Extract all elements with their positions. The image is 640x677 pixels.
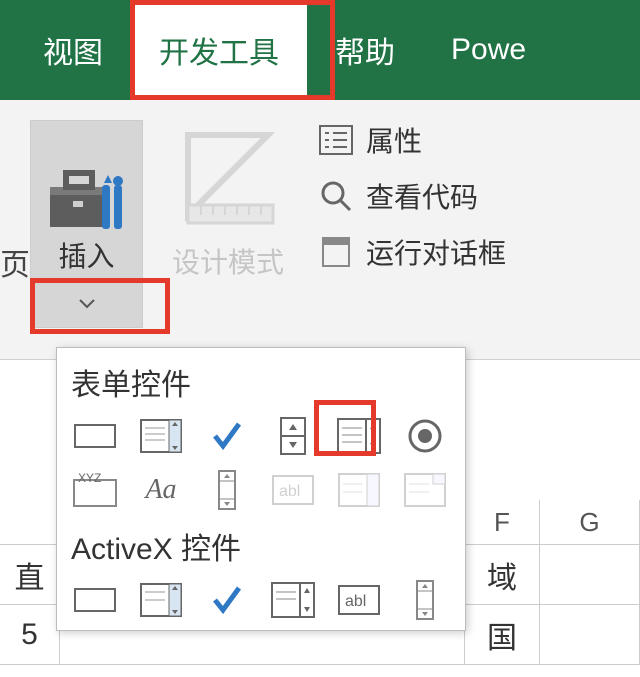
controls-properties-group: 属性 查看代码 运行对话框 bbox=[318, 120, 506, 288]
run-dialog-button[interactable]: 运行对话框 bbox=[318, 232, 506, 272]
form-scrollbar-control[interactable] bbox=[203, 470, 251, 510]
properties-label: 属性 bbox=[366, 120, 422, 160]
form-label-control[interactable]: Aa bbox=[137, 470, 185, 510]
form-groupbox-control[interactable]: XYZ bbox=[71, 470, 119, 510]
activex-controls-heading: ActiveX 控件 bbox=[71, 524, 451, 568]
cell[interactable]: 国 bbox=[465, 605, 540, 665]
form-dropdown-control-disabled bbox=[401, 470, 449, 510]
magnifier-icon bbox=[318, 178, 354, 214]
activex-textbox-control[interactable]: abl bbox=[335, 580, 383, 620]
activex-button-control[interactable] bbox=[71, 580, 119, 620]
properties-icon bbox=[318, 122, 354, 158]
form-spinner-control[interactable] bbox=[269, 416, 317, 456]
insert-dropdown-arrow[interactable] bbox=[30, 280, 143, 328]
form-combobox-control[interactable] bbox=[137, 416, 185, 456]
cell[interactable]: 直 bbox=[0, 545, 60, 605]
form-listbox-control[interactable] bbox=[335, 416, 383, 456]
cell[interactable]: 域 bbox=[465, 545, 540, 605]
ribbon: 页 插入 bbox=[0, 100, 640, 360]
view-code-button[interactable]: 查看代码 bbox=[318, 176, 506, 216]
tab-power[interactable]: Powe bbox=[423, 0, 554, 100]
design-mode-button[interactable]: 设计模式 bbox=[153, 120, 303, 281]
properties-button[interactable]: 属性 bbox=[318, 120, 506, 160]
chevron-down-icon bbox=[79, 299, 95, 309]
truncated-group-label: 页 bbox=[0, 120, 30, 284]
tab-help[interactable]: 帮助 bbox=[307, 0, 423, 100]
svg-text:abl: abl bbox=[345, 593, 366, 610]
toolbox-icon bbox=[46, 163, 128, 235]
form-checkbox-control[interactable] bbox=[203, 416, 251, 456]
form-controls-heading: 表单控件 bbox=[71, 360, 451, 404]
insert-label: 插入 bbox=[58, 235, 114, 275]
activex-listbox-control[interactable] bbox=[269, 580, 317, 620]
run-dialog-label: 运行对话框 bbox=[366, 232, 506, 272]
svg-text:abl: abl bbox=[279, 483, 300, 500]
tab-developer[interactable]: 开发工具 bbox=[131, 0, 307, 100]
tab-view[interactable]: 视图 bbox=[15, 0, 131, 100]
insert-controls-dropdown-panel: 表单控件 XYZ Aa abl bbox=[56, 347, 466, 631]
insert-controls-button[interactable]: 插入 bbox=[30, 120, 143, 328]
form-combo-control-disabled bbox=[335, 470, 383, 510]
ribbon-tabbar: 视图 开发工具 帮助 Powe bbox=[0, 0, 640, 100]
column-header-G[interactable]: G bbox=[540, 500, 640, 544]
form-optionbutton-control[interactable] bbox=[401, 416, 449, 456]
view-code-label: 查看代码 bbox=[366, 176, 478, 216]
cell[interactable]: 5 bbox=[0, 605, 60, 665]
svg-text:XYZ: XYZ bbox=[78, 472, 101, 485]
design-mode-label: 设计模式 bbox=[153, 241, 303, 281]
dialog-icon bbox=[318, 234, 354, 270]
activex-combobox-control[interactable] bbox=[137, 580, 185, 620]
column-header-F[interactable]: F bbox=[465, 500, 540, 544]
activex-checkbox-control[interactable] bbox=[203, 580, 251, 620]
activex-scrollbar-control[interactable] bbox=[401, 580, 449, 620]
form-textfield-control-disabled: abl bbox=[269, 470, 317, 510]
ruler-triangle-icon bbox=[173, 120, 283, 230]
form-button-control[interactable] bbox=[71, 416, 119, 456]
